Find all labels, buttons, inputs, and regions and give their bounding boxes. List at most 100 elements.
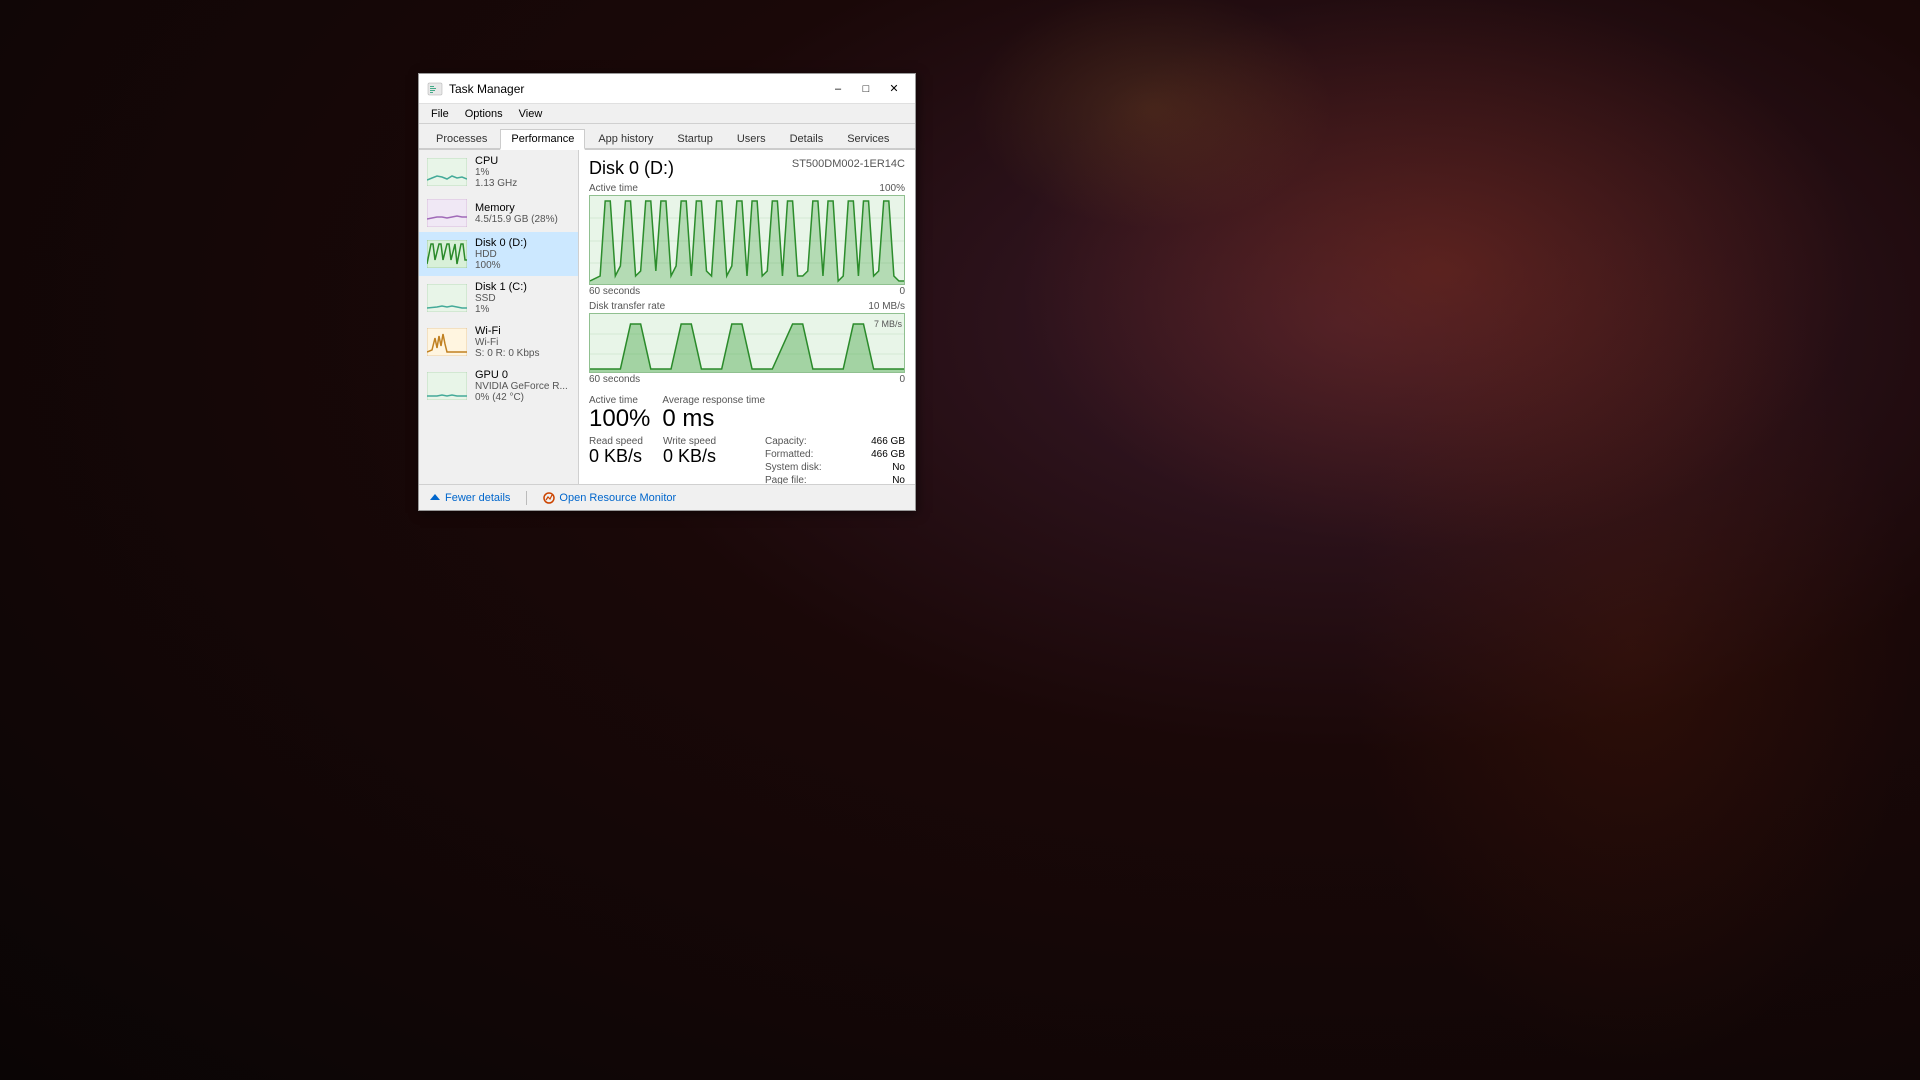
- chart1-footer-left: 60 seconds: [589, 286, 640, 297]
- formatted-label: Formatted:: [765, 449, 813, 460]
- sidebar-item-disk0[interactable]: Disk 0 (D:) HDD 100%: [419, 232, 578, 276]
- write-speed-value: 0 KB/s: [663, 447, 716, 467]
- bottom-separator: [526, 491, 527, 505]
- menu-view[interactable]: View: [513, 107, 549, 121]
- memory-label: Memory: [475, 202, 558, 214]
- gpu-usage: 0% (42 °C): [475, 392, 568, 403]
- fewer-details-icon: [429, 492, 441, 504]
- tab-bar: Processes Performance App history Startu…: [419, 124, 915, 150]
- cpu-usage: 1%: [475, 167, 517, 178]
- chart2-footer: 60 seconds 0: [589, 374, 905, 385]
- stats-section: Active time 100% Average response time 0…: [589, 395, 905, 432]
- sidebar-item-cpu[interactable]: CPU 1% 1.13 GHz: [419, 150, 578, 194]
- chart2-footer-left: 60 seconds: [589, 374, 640, 385]
- memory-usage: 4.5/15.9 GB (28%): [475, 214, 558, 225]
- panel-header: Disk 0 (D:) ST500DM002-1ER14C: [589, 158, 905, 179]
- page-file-label: Page file:: [765, 475, 807, 484]
- transfer-rate-chart-section: Disk transfer rate 10 MB/s 7 MB/s: [589, 301, 905, 385]
- system-disk-row: System disk: No: [765, 462, 905, 473]
- chart1-svg: [590, 196, 904, 285]
- tab-performance[interactable]: Performance: [500, 129, 585, 150]
- close-button[interactable]: ✕: [881, 79, 907, 99]
- wifi-info: Wi-Fi Wi-Fi S: 0 R: 0 Kbps: [475, 325, 539, 359]
- wifi-mini-chart: [427, 328, 467, 356]
- memory-info: Memory 4.5/15.9 GB (28%): [475, 202, 558, 225]
- resource-monitor-icon: [543, 492, 555, 504]
- fewer-details-link[interactable]: Fewer details: [429, 492, 510, 504]
- sidebar-item-memory[interactable]: Memory 4.5/15.9 GB (28%): [419, 194, 578, 232]
- bottom-stats: Read speed 0 KB/s Write speed 0 KB/s Cap…: [589, 436, 905, 484]
- chart1-footer: 60 seconds 0: [589, 286, 905, 297]
- fewer-details-label: Fewer details: [445, 492, 510, 504]
- formatted-value: 466 GB: [871, 449, 905, 460]
- task-manager-window: Task Manager – □ ✕ File Options View Pro…: [418, 73, 916, 511]
- gpu-label: GPU 0: [475, 369, 568, 381]
- avg-response-value: 0 ms: [662, 406, 765, 432]
- chart2-footer-right: 0: [899, 374, 905, 385]
- capacity-row: Capacity: 466 GB: [765, 436, 905, 447]
- page-file-row: Page file: No: [765, 475, 905, 484]
- panel-model: ST500DM002-1ER14C: [792, 158, 905, 170]
- left-stats: Active time 100% Average response time 0…: [589, 395, 905, 432]
- main-content: CPU 1% 1.13 GHz Memory 4.5/15.9 GB (28%): [419, 150, 915, 484]
- tab-users[interactable]: Users: [726, 129, 777, 148]
- maximize-button[interactable]: □: [853, 79, 879, 99]
- chart1-labels: Active time 100%: [589, 183, 905, 194]
- menu-bar: File Options View: [419, 104, 915, 124]
- chart2-mid-label: 7 MB/s: [874, 319, 902, 329]
- cpu-label: CPU: [475, 155, 517, 167]
- active-time-chart-section: Active time 100%: [589, 183, 905, 297]
- disk0-usage: 100%: [475, 260, 527, 271]
- cpu-info: CPU 1% 1.13 GHz: [475, 155, 517, 189]
- panel-title: Disk 0 (D:): [589, 158, 674, 179]
- tab-processes[interactable]: Processes: [425, 129, 498, 148]
- sidebar-item-wifi[interactable]: Wi-Fi Wi-Fi S: 0 R: 0 Kbps: [419, 320, 578, 364]
- top-stats: Active time 100% Average response time 0…: [589, 395, 765, 432]
- cpu-freq: 1.13 GHz: [475, 178, 517, 189]
- read-speed-stat: Read speed 0 KB/s: [589, 436, 643, 484]
- system-disk-value: No: [892, 462, 905, 473]
- app-icon: [427, 81, 443, 97]
- menu-file[interactable]: File: [425, 107, 455, 121]
- gpu-name: NVIDIA GeForce R...: [475, 381, 568, 392]
- open-resource-monitor-label: Open Resource Monitor: [559, 492, 676, 504]
- tab-details[interactable]: Details: [779, 129, 835, 148]
- tab-app-history[interactable]: App history: [587, 129, 664, 148]
- detail-stats: Capacity: 466 GB Formatted: 466 GB Syste…: [765, 436, 905, 484]
- sidebar-item-disk1[interactable]: Disk 1 (C:) SSD 1%: [419, 276, 578, 320]
- sidebar: CPU 1% 1.13 GHz Memory 4.5/15.9 GB (28%): [419, 150, 579, 484]
- gpu-info: GPU 0 NVIDIA GeForce R... 0% (42 °C): [475, 369, 568, 403]
- disk1-label: Disk 1 (C:): [475, 281, 527, 293]
- disk0-mini-chart: [427, 240, 467, 268]
- memory-mini-chart: [427, 199, 467, 227]
- title-controls: – □ ✕: [825, 79, 907, 99]
- sidebar-item-gpu[interactable]: GPU 0 NVIDIA GeForce R... 0% (42 °C): [419, 364, 578, 408]
- menu-options[interactable]: Options: [459, 107, 509, 121]
- disk1-type: SSD: [475, 293, 527, 304]
- system-disk-label: System disk:: [765, 462, 822, 473]
- bottom-bar: Fewer details Open Resource Monitor: [419, 484, 915, 510]
- disk0-type: HDD: [475, 249, 527, 260]
- capacity-value: 466 GB: [871, 436, 905, 447]
- chart2-svg: [590, 314, 904, 373]
- formatted-row: Formatted: 466 GB: [765, 449, 905, 460]
- main-panel: Disk 0 (D:) ST500DM002-1ER14C Active tim…: [579, 150, 915, 484]
- chart1-label-right: 100%: [879, 183, 905, 194]
- tab-startup[interactable]: Startup: [666, 129, 723, 148]
- disk0-info: Disk 0 (D:) HDD 100%: [475, 237, 527, 271]
- page-file-value: No: [892, 475, 905, 484]
- active-time-value: 100%: [589, 406, 650, 432]
- chart2-label-right: 10 MB/s: [868, 301, 905, 312]
- capacity-label: Capacity:: [765, 436, 807, 447]
- minimize-button[interactable]: –: [825, 79, 851, 99]
- write-speed-stat: Write speed 0 KB/s: [663, 436, 716, 484]
- cpu-mini-chart: [427, 158, 467, 186]
- read-speed-value: 0 KB/s: [589, 447, 643, 467]
- transfer-rate-chart: 7 MB/s: [589, 313, 905, 373]
- gpu-mini-chart: [427, 372, 467, 400]
- disk1-info: Disk 1 (C:) SSD 1%: [475, 281, 527, 315]
- open-resource-monitor-link[interactable]: Open Resource Monitor: [543, 492, 676, 504]
- avg-response-stat: Average response time 0 ms: [662, 395, 765, 432]
- wifi-type: Wi-Fi: [475, 337, 539, 348]
- tab-services[interactable]: Services: [836, 129, 900, 148]
